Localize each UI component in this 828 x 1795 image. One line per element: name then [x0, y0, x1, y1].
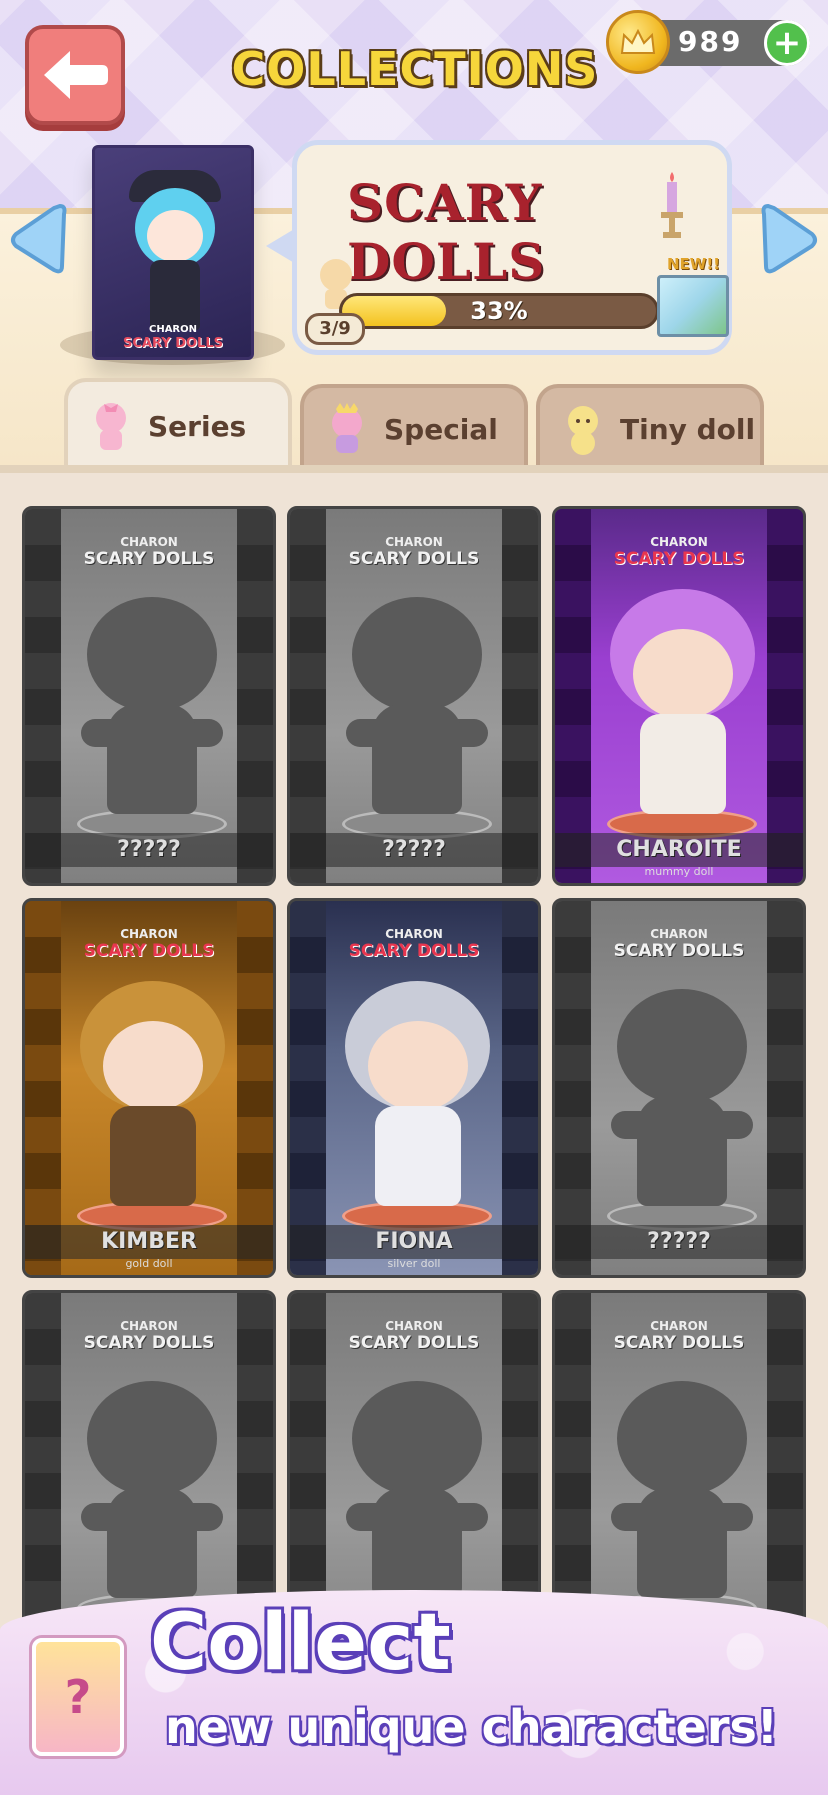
silhouette-head	[617, 989, 747, 1104]
tab-special[interactable]: Special	[300, 384, 528, 470]
card-name: ?????	[290, 833, 538, 867]
tab-bar: Series Special Tiny doll	[0, 378, 828, 470]
card-brand: SCARY DOLLS	[83, 549, 215, 569]
coin-count: 989	[678, 25, 743, 58]
doll-card[interactable]: CHARONSCARY DOLLS?????	[287, 506, 541, 886]
tab-tiny-doll[interactable]: Tiny doll	[536, 384, 764, 470]
candle-icon	[661, 172, 683, 238]
card-subtitle: gold doll	[125, 1257, 173, 1270]
back-button[interactable]	[25, 25, 125, 125]
doll-face	[147, 210, 203, 262]
card-brand-small: CHARON	[650, 927, 708, 941]
tiny-doll-icon	[568, 406, 598, 455]
card-brand: SCARY DOLLS	[613, 549, 745, 569]
series-box-art[interactable]: CHARON SCARY DOLLS	[92, 145, 254, 360]
card-brand: SCARY DOLLS	[613, 1333, 745, 1353]
crown-coin-icon	[606, 10, 670, 74]
doll-card[interactable]: CHARON SCARY DOLLS KIMBER gold doll	[22, 898, 276, 1278]
reward-box-icon[interactable]	[657, 275, 729, 337]
card-name: KIMBER	[25, 1225, 273, 1259]
character-body	[110, 1106, 196, 1206]
next-series-arrow-icon[interactable]	[760, 200, 820, 280]
silhouette-body	[372, 704, 462, 814]
silhouette-body	[107, 1488, 197, 1598]
card-brand: SCARY DOLLS	[83, 1333, 215, 1353]
collected-count: 3/9	[305, 313, 365, 345]
doll-card[interactable]: CHARONSCARY DOLLS?????	[22, 506, 276, 886]
tab-underline	[0, 465, 828, 473]
card-name: ?????	[555, 1225, 803, 1259]
new-badge: NEW!!	[667, 255, 721, 273]
tab-series[interactable]: Series	[64, 378, 292, 470]
page-title: COLLECTIONS	[231, 42, 599, 96]
promo-subtitle: new unique characters!	[165, 1700, 778, 1754]
card-brand: SCARY DOLLS	[348, 941, 480, 961]
promo-banner: ? Collect new unique characters!	[0, 1590, 828, 1795]
character-body	[640, 714, 726, 814]
doll-body	[150, 260, 200, 330]
card-name: ?????	[25, 833, 273, 867]
doll-pink-icon	[96, 403, 126, 450]
progress-percent: 33%	[470, 297, 528, 325]
box-brand: CHARON	[148, 324, 198, 335]
series-title: SCARY DOLLS	[347, 173, 546, 291]
card-subtitle: mummy doll	[644, 865, 714, 878]
card-brand-small: CHARON	[385, 535, 443, 549]
doll-card[interactable]: CHARONSCARY DOLLS?????	[552, 898, 806, 1278]
doll-card[interactable]: CHARON SCARY DOLLS CHAROITE mummy doll	[552, 506, 806, 886]
character-face	[103, 1021, 203, 1111]
card-brand: SCARY DOLLS	[613, 941, 745, 961]
promo-title: Collect	[150, 1598, 451, 1688]
box-series-label: SCARY DOLLS	[123, 336, 223, 351]
silhouette-head	[617, 1381, 747, 1496]
tab-series-label: Series	[148, 409, 247, 443]
card-name: CHAROITE	[555, 833, 803, 867]
doll-card[interactable]: CHARON SCARY DOLLS FIONA silver doll	[287, 898, 541, 1278]
silhouette-head	[87, 1381, 217, 1496]
card-name: FIONA	[290, 1225, 538, 1259]
card-brand-small: CHARON	[120, 927, 178, 941]
tab-tiny-doll-label: Tiny doll	[620, 412, 756, 446]
back-arrow-icon	[44, 51, 108, 99]
card-brand: SCARY DOLLS	[83, 941, 215, 961]
doll-card-grid: CHARON SCARY DOLLS????? CHARON SCARY DOLLS?…	[22, 506, 806, 1670]
series-info-bubble: SCARY DOLLS 33% 3/9 NEW!!	[292, 140, 732, 355]
card-subtitle: silver doll	[387, 1257, 441, 1270]
silhouette-body	[372, 1488, 462, 1598]
character-body	[375, 1106, 461, 1206]
card-brand: SCARY DOLLS	[348, 1333, 480, 1353]
previous-series-arrow-icon[interactable]	[8, 200, 68, 280]
card-brand-small: CHARON	[650, 1319, 708, 1333]
crowned-doll-icon	[332, 403, 362, 453]
mystery-card-icon: ?	[32, 1638, 124, 1756]
question-mark-glyph: ?	[64, 1670, 92, 1724]
card-brand: SCARY DOLLS	[348, 549, 480, 569]
card-brand-small: CHARON	[385, 927, 443, 941]
silhouette-body	[637, 1488, 727, 1598]
silhouette-head	[352, 597, 482, 712]
collection-progress-bar: 33%	[339, 293, 659, 329]
card-brand-small: CHARON	[120, 535, 178, 549]
card-brand-small: CHARON	[650, 535, 708, 549]
add-coins-button[interactable]: +	[764, 20, 810, 66]
card-brand-small: CHARON	[120, 1319, 178, 1333]
character-face	[633, 629, 733, 719]
card-brand-small: CHARON	[385, 1319, 443, 1333]
silhouette-head	[352, 1381, 482, 1496]
silhouette-body	[107, 704, 197, 814]
silhouette-head	[87, 597, 217, 712]
tab-special-label: Special	[384, 412, 498, 446]
character-face	[368, 1021, 468, 1111]
silhouette-body	[637, 1096, 727, 1206]
